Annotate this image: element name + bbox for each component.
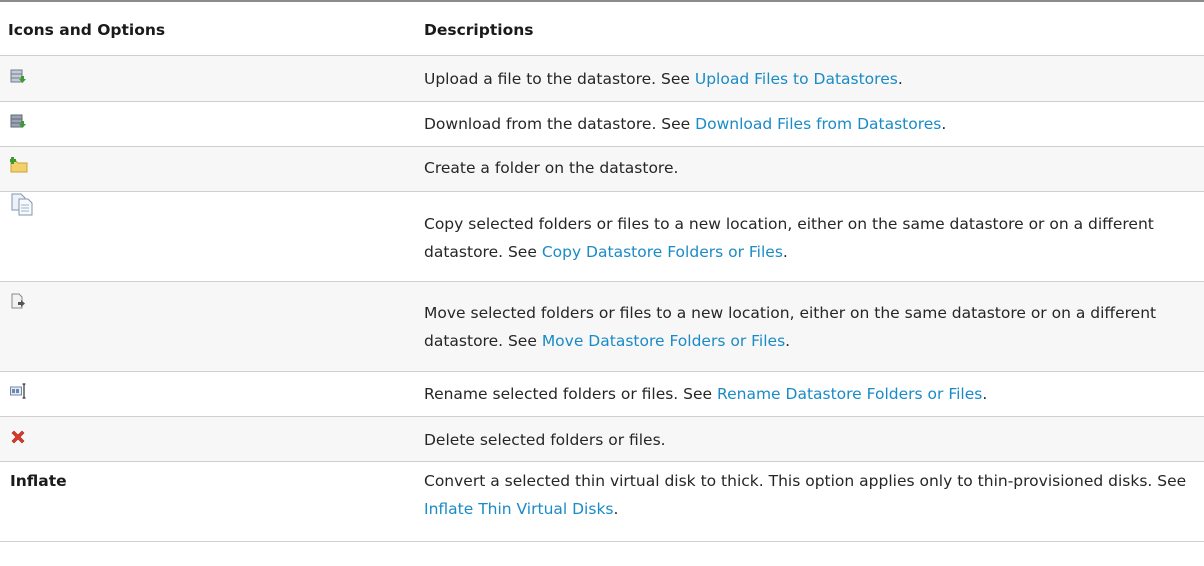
table-row: Copy selected folders or files to a new …	[0, 191, 1204, 282]
move-files-icon[interactable]	[10, 290, 26, 318]
row-description: Convert a selected thin virtual disk to …	[424, 471, 1187, 490]
table-row: Inflate Convert a selected thin virtual …	[0, 461, 1204, 542]
upload-files-link[interactable]: Upload Files to Datastores	[695, 70, 898, 88]
row-description: Upload a file to the datastore. See	[424, 69, 695, 88]
header-row: Icons and Options Descriptions	[0, 1, 1204, 56]
upload-datastore-icon[interactable]	[10, 65, 26, 93]
table-row: Upload a file to the datastore. See Uplo…	[0, 55, 1204, 102]
row-description: Copy selected folders or files to a new …	[424, 214, 1154, 261]
delete-icon[interactable]	[10, 426, 26, 454]
header-icons-options: Icons and Options	[0, 1, 424, 56]
copy-folders-link[interactable]: Copy Datastore Folders or Files	[542, 243, 783, 261]
move-folders-link[interactable]: Move Datastore Folders or Files	[542, 332, 785, 350]
row-description: Create a folder on the datastore.	[424, 158, 679, 177]
copy-files-icon[interactable]	[10, 192, 34, 225]
icons-options-table: Icons and Options Descriptions Upload a …	[0, 0, 1204, 542]
inflate-option-label[interactable]: Inflate	[10, 472, 67, 490]
rename-icon[interactable]	[10, 380, 28, 408]
inflate-disks-link[interactable]: Inflate Thin Virtual Disks	[424, 500, 614, 518]
table-row: Create a folder on the datastore.	[0, 146, 1204, 192]
row-description: Delete selected folders or files.	[424, 430, 666, 449]
table-row: Move selected folders or files to a new …	[0, 281, 1204, 372]
header-descriptions: Descriptions	[424, 1, 1204, 56]
table-row: Rename selected folders or files. See Re…	[0, 371, 1204, 417]
download-datastore-icon[interactable]	[10, 110, 26, 138]
row-description: Download from the datastore. See	[424, 114, 696, 133]
table-row: Download from the datastore. See Downloa…	[0, 101, 1204, 147]
row-description: Rename selected folders or files. See	[424, 384, 718, 403]
new-folder-icon[interactable]	[9, 154, 28, 182]
download-files-link[interactable]: Download Files from Datastores	[695, 115, 941, 133]
table-row: Delete selected folders or files.	[0, 416, 1204, 462]
rename-folders-link[interactable]: Rename Datastore Folders or Files	[717, 385, 982, 403]
